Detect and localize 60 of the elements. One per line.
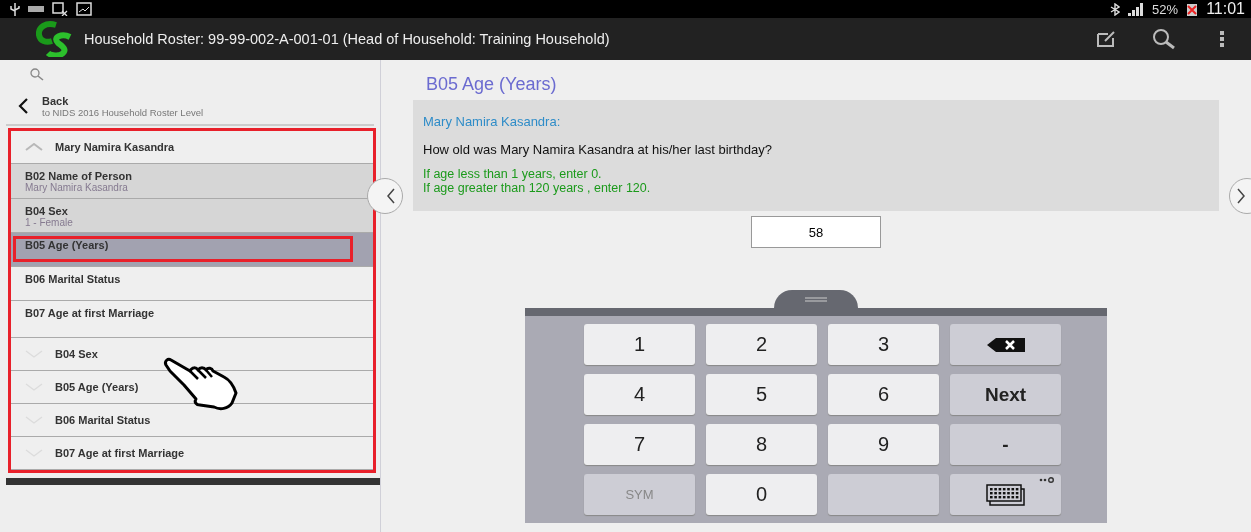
digit-key[interactable]: 3 xyxy=(828,324,939,365)
question-label: B07 Age at first Marriage xyxy=(25,307,155,319)
hint-text: If age greater than 120 years , enter 120. xyxy=(423,181,652,195)
edit-icon xyxy=(1097,31,1115,47)
digit-key[interactable]: 1 xyxy=(584,324,695,365)
keyboard-switch-key[interactable] xyxy=(950,474,1061,515)
digit-key[interactable]: 8 xyxy=(706,424,817,465)
group-label: B05 Age (Years) xyxy=(55,381,139,393)
question-label: B05 Age (Years) xyxy=(25,239,109,251)
answer-field[interactable]: 58 xyxy=(751,216,881,248)
question-text: How old was Mary Namira Kasandra at his/her last birthday? xyxy=(423,142,773,157)
digit-key[interactable]: 9 xyxy=(828,424,939,465)
chevron-left-icon xyxy=(386,188,396,204)
question-item[interactable]: B04 Sex 1 - Female xyxy=(11,199,373,233)
action-key[interactable]: Next xyxy=(950,374,1061,415)
keyboard-handle[interactable] xyxy=(774,290,858,308)
battery-percent: 52% xyxy=(1152,1,1179,17)
group-label: B07 Age at first Marriage xyxy=(55,447,185,459)
digit-key[interactable]: 2 xyxy=(706,324,817,365)
usb-icon xyxy=(10,2,20,16)
back-chevron-icon xyxy=(18,98,28,114)
battery-icon xyxy=(1186,2,1199,16)
question-label: B02 Name of Person xyxy=(25,170,132,182)
search-icon xyxy=(1152,28,1176,50)
signal-icon xyxy=(1128,2,1145,16)
menu-icon xyxy=(1219,31,1225,47)
digit-key[interactable]: 6 xyxy=(828,374,939,415)
backspace-key[interactable] xyxy=(950,324,1061,365)
previous-button[interactable] xyxy=(367,178,403,214)
question-title: B05 Age (Years) xyxy=(426,74,557,95)
image-icon xyxy=(76,2,92,16)
question-answer: 1 - Female xyxy=(25,217,73,228)
group-label: B06 Marital Status xyxy=(55,414,151,426)
back-sublabel: to NIDS 2016 Household Roster Level xyxy=(42,106,204,118)
bluetooth-icon xyxy=(1110,2,1121,16)
clock-time: 11:01 xyxy=(1206,0,1245,18)
action-key[interactable]: - xyxy=(950,424,1061,465)
digit-key[interactable]: 7 xyxy=(584,424,695,465)
screen-title: Household Roster: 99-99-002-A-001-01 (Head of Household: Training Household) xyxy=(84,31,611,47)
back-button[interactable]: Back to NIDS 2016 Household Roster Level xyxy=(6,88,374,126)
person-name: Mary Namira Kasandra: xyxy=(423,114,562,129)
keyboard-status-icon xyxy=(28,6,44,12)
group-label: B04 Sex xyxy=(55,348,98,360)
question-label: B06 Marital Status xyxy=(25,273,121,285)
backspace-icon xyxy=(986,337,1025,352)
question-label: B04 Sex xyxy=(25,205,68,217)
question-answer: Mary Namira Kasandra xyxy=(25,182,128,193)
keyboard-icon xyxy=(985,483,1026,506)
grip-icon xyxy=(805,296,827,302)
question-item[interactable]: B02 Name of Person Mary Namira Kasandra xyxy=(11,164,373,199)
hint-text: If age less than 1 years, enter 0. xyxy=(423,167,603,181)
search-icon[interactable] xyxy=(30,67,44,81)
digit-key[interactable]: 5 xyxy=(706,374,817,415)
back-label: Back xyxy=(42,94,70,107)
question-item[interactable]: B05 Age (Years) xyxy=(11,233,373,267)
digit-key[interactable]: 0 xyxy=(706,474,817,515)
chevron-right-icon xyxy=(1236,188,1246,204)
group-label: Mary Namira Kasandra xyxy=(55,141,175,153)
digit-key[interactable]: 4 xyxy=(584,374,695,415)
screen-off-icon xyxy=(52,2,68,16)
